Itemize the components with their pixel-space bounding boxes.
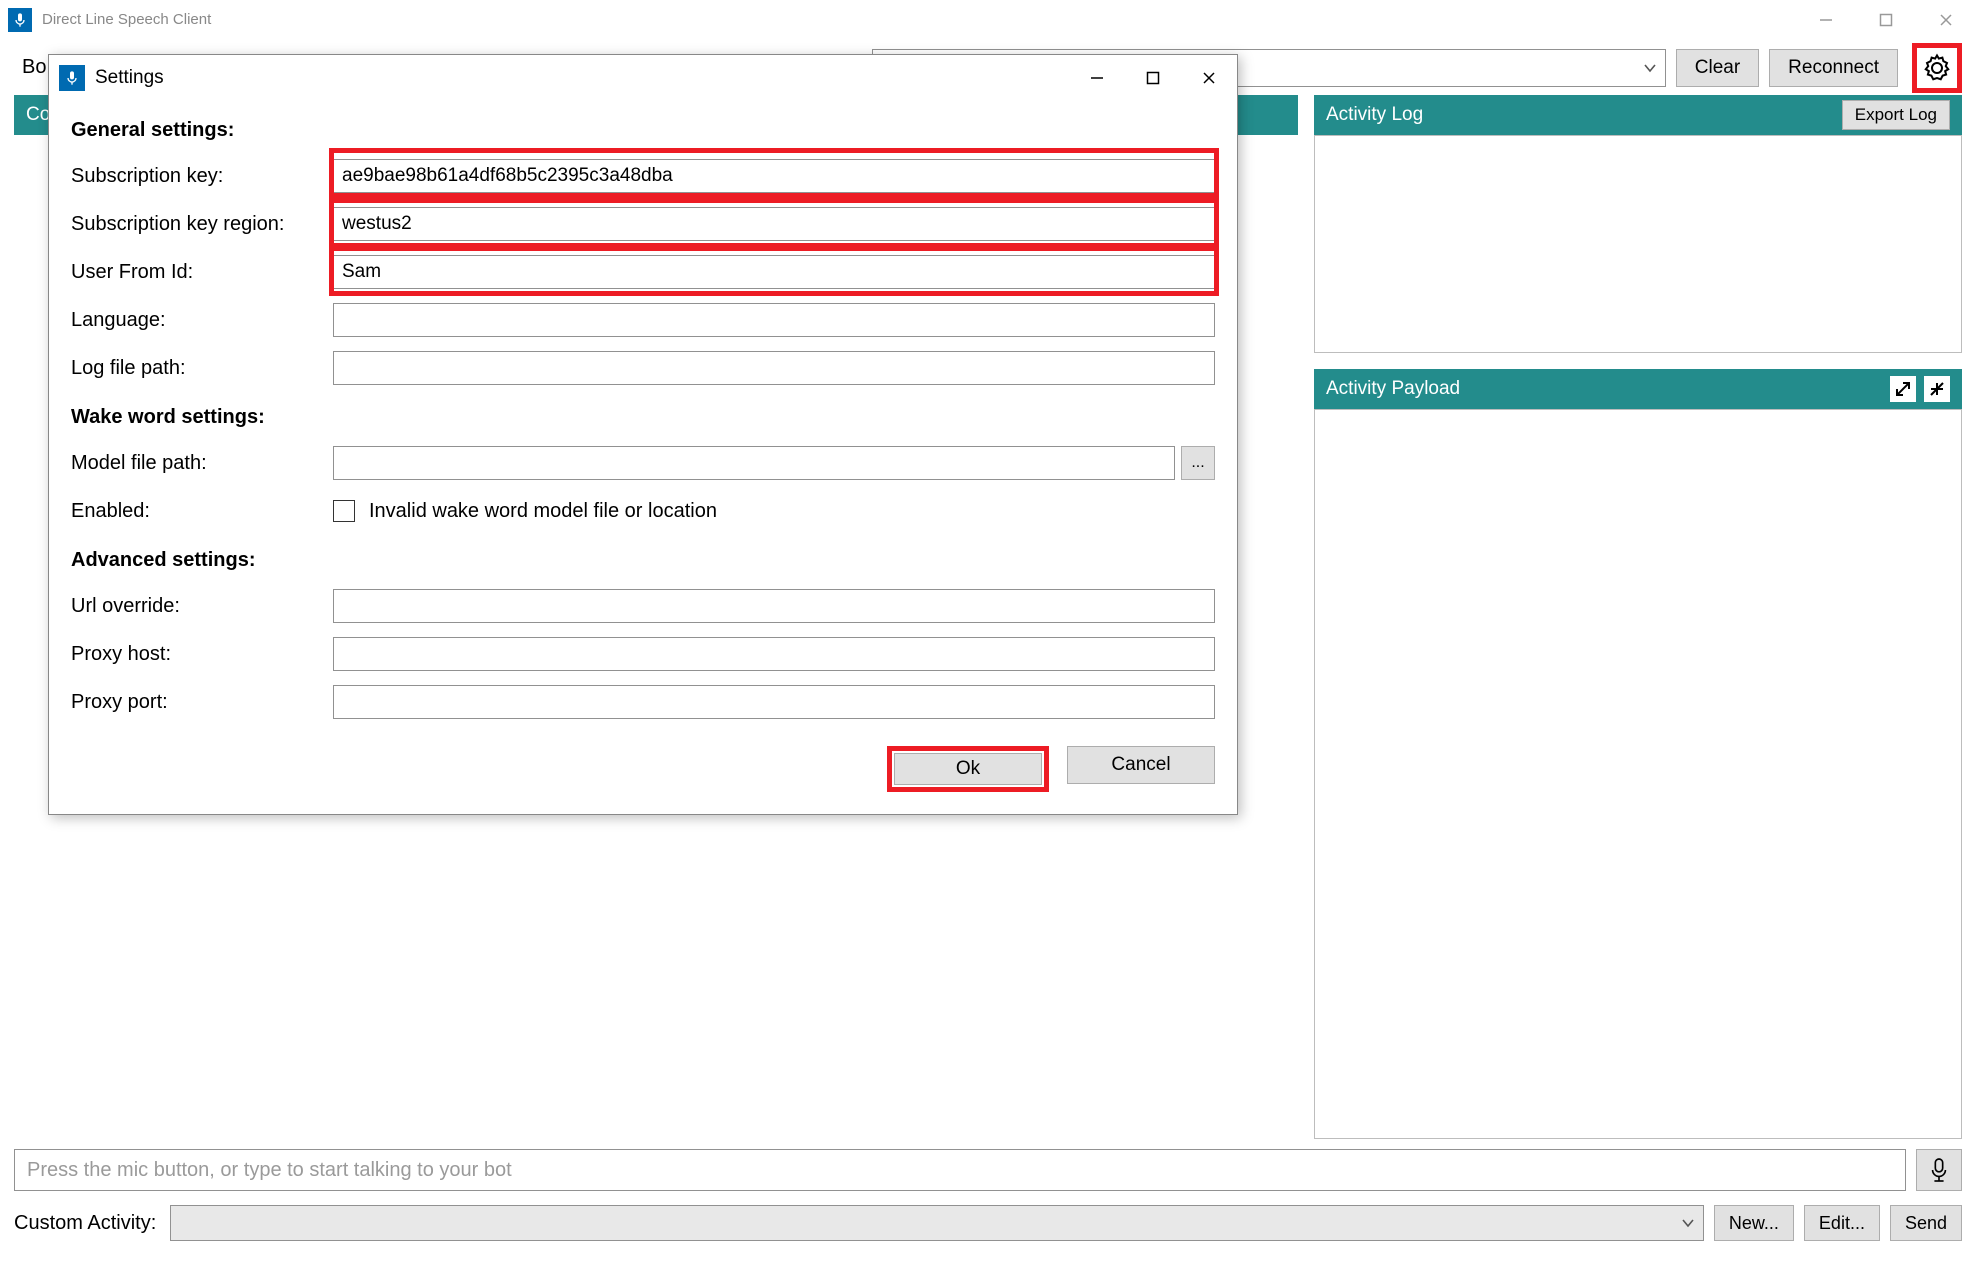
region-input[interactable]: westus2 [333, 207, 1215, 241]
right-column: Activity Log Export Log Activity Payload [1314, 95, 1962, 1139]
gear-icon [1922, 53, 1952, 83]
wake-enabled-checkbox[interactable] [333, 500, 355, 522]
settings-button[interactable] [1912, 43, 1962, 93]
activity-payload-panel: Activity Payload [1314, 369, 1962, 1139]
proxy-host-input[interactable] [333, 637, 1215, 671]
proxy-host-label: Proxy host: [71, 643, 333, 666]
custom-activity-label: Custom Activity: [14, 1212, 156, 1235]
cancel-button[interactable]: Cancel [1067, 746, 1215, 784]
settings-window-controls [1069, 55, 1237, 101]
model-path-input[interactable] [333, 446, 1175, 480]
new-activity-button[interactable]: New... [1714, 1205, 1794, 1241]
model-path-label: Model file path: [71, 452, 333, 475]
log-file-input[interactable] [333, 351, 1215, 385]
activity-log-header: Activity Log Export Log [1314, 95, 1962, 135]
main-titlebar: Direct Line Speech Client [0, 0, 1976, 40]
mic-button[interactable] [1916, 1149, 1962, 1191]
activity-payload-body [1314, 409, 1962, 1139]
settings-title: Settings [95, 67, 164, 89]
ok-button[interactable]: Ok [894, 753, 1042, 785]
user-from-id-row: User From Id: Sam [71, 248, 1215, 296]
activity-payload-header: Activity Payload [1314, 369, 1962, 409]
language-row: Language: [71, 296, 1215, 344]
browse-model-button[interactable]: ... [1181, 446, 1215, 480]
bottom-bar: Press the mic button, or type to start t… [0, 1139, 1976, 1251]
settings-dialog: Settings General settings: Subscription … [48, 54, 1238, 815]
url-override-row: Url override: [71, 582, 1215, 630]
edit-activity-button[interactable]: Edit... [1804, 1205, 1880, 1241]
user-from-id-label: User From Id: [71, 261, 333, 284]
custom-activity-combo[interactable] [170, 1205, 1704, 1241]
main-window-controls [1796, 0, 1976, 40]
send-activity-button[interactable]: Send [1890, 1205, 1962, 1241]
proxy-port-input[interactable] [333, 685, 1215, 719]
subscription-key-row: Subscription key: ae9bae98b61a4df68b5c23… [71, 152, 1215, 200]
wake-enabled-label: Enabled: [71, 500, 333, 523]
settings-minimize-button[interactable] [1069, 55, 1125, 101]
proxy-host-row: Proxy host: [71, 630, 1215, 678]
close-button[interactable] [1916, 0, 1976, 40]
message-input[interactable]: Press the mic button, or type to start t… [14, 1149, 1906, 1191]
app-icon [59, 65, 85, 91]
activity-log-panel: Activity Log Export Log [1314, 95, 1962, 353]
reconnect-button[interactable]: Reconnect [1769, 49, 1898, 87]
bot-label-partial: Bo [22, 56, 46, 79]
collapse-icon[interactable] [1924, 376, 1950, 402]
wake-enabled-row: Enabled: Invalid wake word model file or… [71, 487, 1215, 535]
settings-close-button[interactable] [1181, 55, 1237, 101]
activity-log-body [1314, 135, 1962, 353]
settings-maximize-button[interactable] [1125, 55, 1181, 101]
minimize-button[interactable] [1796, 0, 1856, 40]
activity-log-title: Activity Log [1326, 104, 1423, 126]
language-input[interactable] [333, 303, 1215, 337]
settings-body: General settings: Subscription key: ae9b… [49, 101, 1237, 814]
url-override-input[interactable] [333, 589, 1215, 623]
settings-titlebar: Settings [49, 55, 1237, 101]
subscription-key-label: Subscription key: [71, 165, 333, 188]
model-path-row: Model file path: ... [71, 439, 1215, 487]
language-label: Language: [71, 309, 333, 332]
wake-enabled-text: Invalid wake word model file or location [369, 500, 717, 523]
mic-icon [1928, 1157, 1950, 1183]
maximize-button[interactable] [1856, 0, 1916, 40]
app-icon [8, 8, 32, 32]
log-file-row: Log file path: [71, 344, 1215, 392]
user-from-id-input[interactable]: Sam [333, 255, 1215, 289]
advanced-settings-heading: Advanced settings: [71, 549, 1215, 572]
log-file-label: Log file path: [71, 357, 333, 380]
chevron-down-icon [1643, 61, 1657, 75]
app-title: Direct Line Speech Client [42, 11, 211, 28]
conversation-title-partial: Co [26, 104, 50, 126]
chevron-down-icon [1681, 1216, 1695, 1230]
proxy-port-label: Proxy port: [71, 691, 333, 714]
proxy-port-row: Proxy port: [71, 678, 1215, 726]
message-row: Press the mic button, or type to start t… [14, 1149, 1962, 1191]
region-label: Subscription key region: [71, 213, 333, 236]
wake-word-heading: Wake word settings: [71, 406, 1215, 429]
ok-highlight: Ok [887, 746, 1049, 792]
settings-dialog-buttons: Ok Cancel [71, 746, 1215, 792]
general-settings-heading: General settings: [71, 119, 1215, 142]
url-override-label: Url override: [71, 595, 333, 618]
region-row: Subscription key region: westus2 [71, 200, 1215, 248]
expand-icon[interactable] [1890, 376, 1916, 402]
subscription-key-input[interactable]: ae9bae98b61a4df68b5c2395c3a48dba [333, 159, 1215, 193]
custom-activity-row: Custom Activity: New... Edit... Send [14, 1205, 1962, 1241]
clear-button[interactable]: Clear [1676, 49, 1759, 87]
export-log-button[interactable]: Export Log [1842, 100, 1950, 130]
activity-payload-title: Activity Payload [1326, 378, 1460, 400]
